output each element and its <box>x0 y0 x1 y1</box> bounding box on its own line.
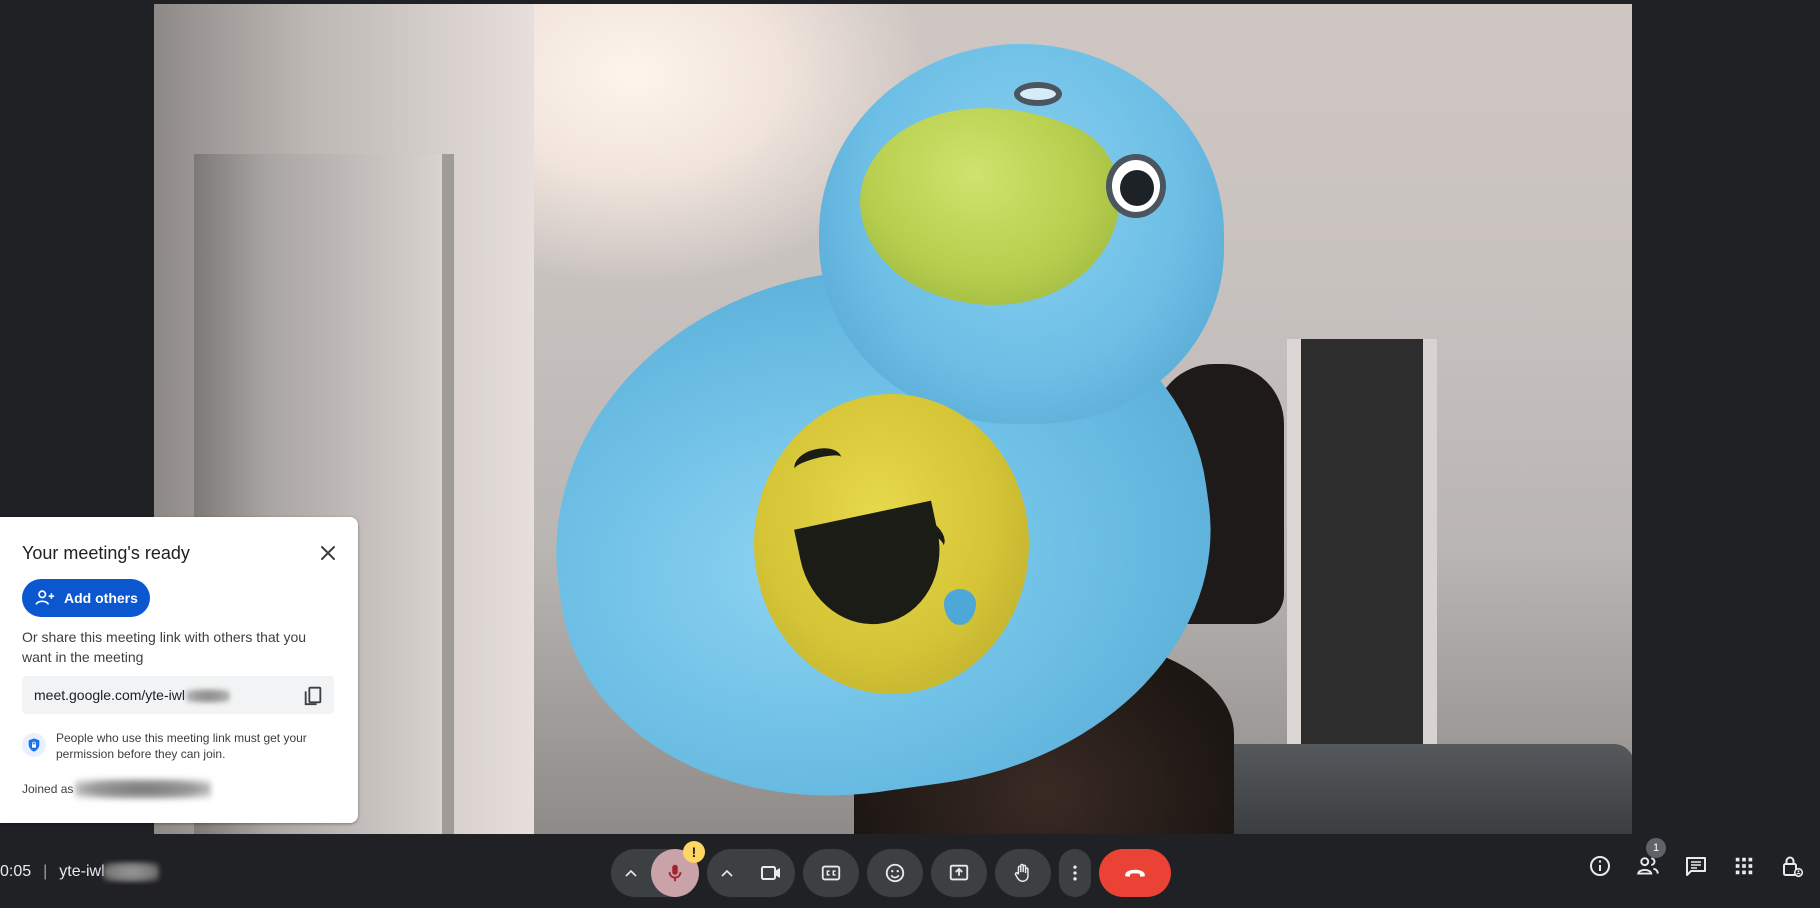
meeting-link-box[interactable]: meet.google.com/yte-iwl <box>22 676 334 714</box>
apps-grid-icon <box>1733 855 1755 877</box>
self-video-feed <box>154 4 1632 834</box>
shield-lock-icon <box>22 733 46 757</box>
reactions-button[interactable] <box>867 849 923 897</box>
chat-icon <box>1684 854 1708 878</box>
close-icon[interactable] <box>314 539 342 567</box>
host-controls-button[interactable] <box>1778 852 1806 880</box>
meeting-details: 0:05 | yte-iwl <box>0 862 159 882</box>
dialog-title: Your meeting's ready <box>22 543 190 563</box>
meeting-link-text: meet.google.com/yte-iwl <box>34 686 185 703</box>
more-options-button[interactable] <box>1059 849 1091 897</box>
emoji-icon <box>884 862 906 884</box>
redacted-code <box>102 862 159 882</box>
copy-icon[interactable] <box>302 684 324 706</box>
captions-button[interactable] <box>803 849 859 897</box>
activities-button[interactable] <box>1730 852 1758 880</box>
lock-person-icon <box>1780 854 1804 878</box>
people-button[interactable]: 1 <box>1634 838 1666 880</box>
rubber-duck-eye <box>1106 154 1166 218</box>
info-icon <box>1588 854 1612 878</box>
center-controls: ! <box>611 841 1171 898</box>
more-vert-icon <box>1065 863 1085 883</box>
participant-count-badge: 1 <box>1646 838 1666 858</box>
call-end-icon <box>1122 860 1148 886</box>
divider: | <box>43 863 48 880</box>
permission-notice: People who use this meeting link must ge… <box>22 730 336 762</box>
video-control-group <box>707 849 795 897</box>
redacted-account <box>75 779 212 799</box>
meeting-ready-dialog: Your meeting's ready Add others Or share… <box>0 517 358 823</box>
side-panel-buttons: 1 <box>1586 838 1806 880</box>
videocam-icon <box>759 861 783 885</box>
microphone-button[interactable]: ! <box>651 841 705 897</box>
add-others-label: Add others <box>64 590 138 606</box>
raise-hand-button[interactable] <box>995 849 1051 897</box>
chat-button[interactable] <box>1682 852 1710 880</box>
audio-options-caret[interactable] <box>611 849 651 897</box>
joined-as-row: Joined as <box>22 779 336 799</box>
add-others-button[interactable]: Add others <box>22 579 150 617</box>
joined-as-label: Joined as <box>22 782 74 796</box>
leave-call-button[interactable] <box>1099 849 1171 897</box>
redacted-code <box>185 689 230 704</box>
camera-button[interactable] <box>747 849 795 897</box>
person-add-icon <box>34 587 56 609</box>
mic-icon <box>664 862 686 884</box>
audio-control-group: ! <box>611 841 705 897</box>
video-options-caret[interactable] <box>707 849 747 897</box>
meeting-details-button[interactable] <box>1586 852 1614 880</box>
meeting-clock: 0:05 <box>0 863 32 880</box>
closed-captions-icon <box>820 862 842 884</box>
meeting-code: yte-iwl <box>59 863 105 880</box>
mic-warning-badge: ! <box>683 841 705 863</box>
rubber-duck-far-eye <box>1014 82 1062 106</box>
present-screen-icon <box>948 862 970 884</box>
raise-hand-icon <box>1012 862 1034 884</box>
share-instructions: Or share this meeting link with others t… <box>22 629 307 665</box>
call-controls-bar: 0:05 | yte-iwl ! 1 <box>0 838 1820 908</box>
meeting-link[interactable]: meet.google.com/yte-iwl <box>34 686 230 704</box>
present-button[interactable] <box>931 849 987 897</box>
permission-text: People who use this meeting link must ge… <box>56 731 307 761</box>
